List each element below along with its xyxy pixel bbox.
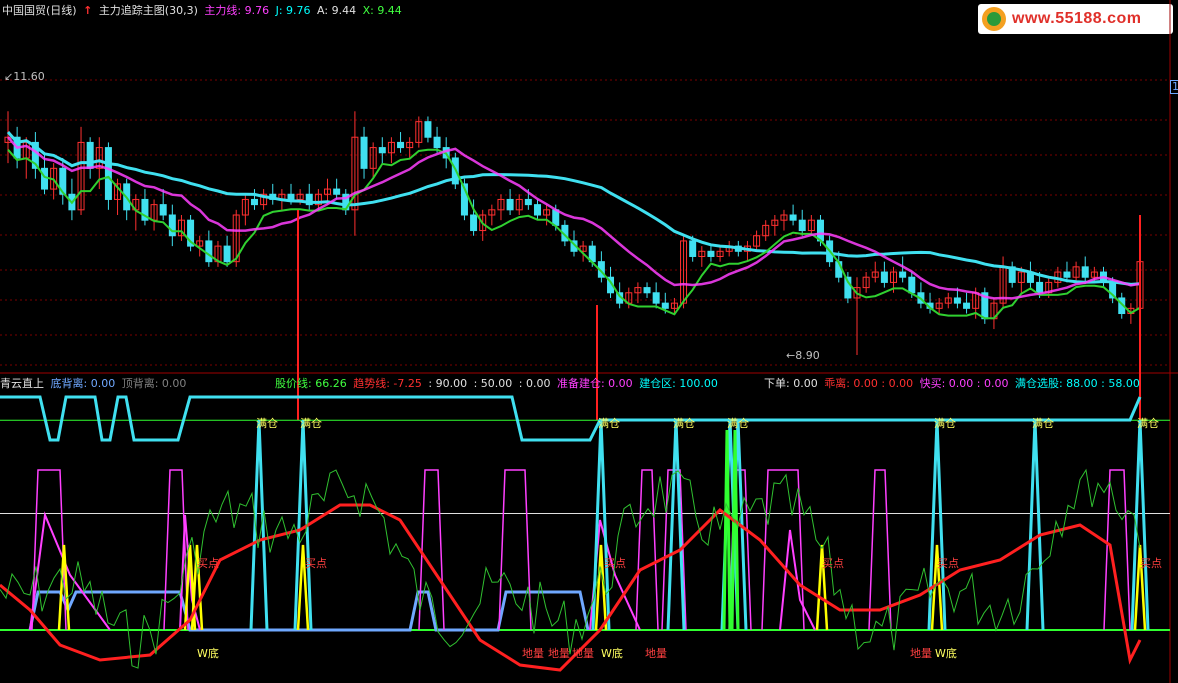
- candle-body: [287, 193, 295, 200]
- ground-volume-label: 地量: [645, 647, 667, 660]
- cyan-full-spike: [1025, 419, 1045, 631]
- sub-header-values: 股价线: 66.26 趋势线: -7.25 : 90.00 : 50.00 : …: [275, 376, 721, 392]
- bottom-divergence: 底背离: 0.00: [50, 377, 116, 390]
- full-position-label: 满仓: [673, 416, 695, 430]
- full-position-label: 满仓: [256, 416, 278, 430]
- level-50: : 50.00: [473, 377, 513, 390]
- buy-point-label: 买点: [604, 557, 626, 570]
- w-bottom-label: W底: [197, 646, 219, 660]
- ground-volume-label: 地量: [548, 647, 570, 660]
- w-bottom-label: W底: [601, 646, 623, 660]
- candle-body: [159, 204, 167, 216]
- candle-body: [524, 198, 532, 206]
- level-90: : 90.00: [428, 377, 468, 390]
- candle-body: [899, 271, 907, 278]
- magenta-spike: [1103, 469, 1131, 631]
- full-position-label: 满仓: [1032, 416, 1054, 430]
- sub-indicator-lines: [0, 395, 1170, 672]
- ground-volume-label: 地量: [522, 647, 544, 660]
- candle-body: [205, 240, 213, 263]
- sub-header-values-right: 下单: 0.00 乖离: 0.00 : 0.00 快买: 0.00 : 0.00…: [764, 376, 1143, 392]
- candle-body: [168, 214, 176, 237]
- candle-body: [533, 204, 541, 216]
- buy-point-label: 买点: [937, 557, 959, 570]
- stock-chart[interactable]: 满仓 满仓 满仓 满仓 满仓 满仓 满仓 满仓买点 买点 买点 买点 买点 买点W底 W底 W底地量 地量 地量…: [0, 0, 1178, 683]
- candle-body: [1036, 281, 1044, 294]
- sub-indicator-name: 青云直上: [0, 377, 44, 390]
- high-price-label: ↙11.60: [4, 70, 45, 83]
- magenta-hump: [29, 511, 111, 631]
- buy-point-label: 买点: [1140, 557, 1162, 570]
- deviation-value: 乖离: 0.00 : 0.00: [824, 377, 914, 390]
- level-0: : 0.00: [518, 377, 551, 390]
- candle-body: [86, 141, 94, 169]
- candle-body: [470, 214, 478, 232]
- candle-body: [689, 240, 697, 257]
- build-zone: 建仓区: 100.00: [639, 377, 718, 390]
- high-price-value: 11.60: [13, 70, 45, 83]
- candle-body: [360, 136, 368, 169]
- buy-point-label: 买点: [822, 557, 844, 570]
- candle-body: [1081, 266, 1089, 278]
- candle-body: [643, 287, 651, 294]
- w-bottom-label: W底: [935, 646, 957, 660]
- candle-body: [397, 141, 405, 149]
- cyan-full-spike: [249, 419, 269, 631]
- magenta-main-line: [7, 136, 1141, 300]
- low-price-value: 8.90: [795, 349, 820, 362]
- order-value: 下单: 0.00: [764, 377, 818, 390]
- full-position-label: 满仓: [727, 416, 749, 430]
- low-price-label: ←8.90: [786, 349, 820, 362]
- candle-body: [378, 147, 386, 154]
- sub-header: 青云直上 底背离: 0.00 顶背离: 0.00: [0, 376, 189, 392]
- buy-point-label: 买点: [197, 557, 219, 570]
- full-position-label: 满仓: [598, 416, 620, 430]
- candle-body: [41, 167, 49, 190]
- candle-body: [707, 250, 715, 257]
- full-position-label: 满仓: [300, 416, 322, 430]
- grid-lines: [0, 0, 1178, 683]
- price-line-value: 股价线: 66.26: [275, 377, 347, 390]
- candle-body: [908, 276, 916, 294]
- full-position-label: 满仓: [934, 416, 956, 430]
- candle-body: [789, 214, 797, 221]
- candlestick-series: [4, 111, 1144, 355]
- cyan-band-line: [0, 395, 1142, 442]
- candle-body: [652, 292, 660, 304]
- full-position-pick: 满仓选股: 88.00 : 58.00: [1014, 377, 1140, 390]
- high-price-arrow-icon: ↙: [4, 70, 14, 83]
- right-axis-marker: 1: [1170, 80, 1178, 94]
- buy-point-label: 买点: [305, 557, 327, 570]
- candle-body: [506, 198, 514, 211]
- top-divergence: 顶背离: 0.00: [121, 377, 187, 390]
- candle-body: [250, 198, 258, 206]
- quick-buy-value: 快买: 0.00 : 0.00: [919, 377, 1009, 390]
- ground-volume-label: 地量: [572, 647, 594, 660]
- candle-body: [798, 219, 806, 232]
- red-trend-curve: [0, 503, 1142, 672]
- prepare-position: 准备建仓: 0.00: [556, 377, 633, 390]
- candle-body: [223, 245, 231, 263]
- cyan-full-spike: [927, 419, 947, 631]
- magenta-spike: [635, 469, 659, 631]
- candle-body: [1063, 271, 1071, 278]
- candle-body: [963, 302, 971, 309]
- candle-body: [880, 271, 888, 283]
- candle-body: [953, 297, 961, 304]
- trend-line-value: 趋势线: -7.25: [353, 377, 422, 390]
- ground-volume-label: 地量: [910, 647, 932, 660]
- candle-body: [333, 188, 341, 195]
- candle-body: [433, 136, 441, 149]
- cyan-full-spike: [1130, 419, 1150, 631]
- candle-body: [661, 302, 669, 309]
- low-price-arrow-icon: ←: [786, 349, 796, 362]
- candle-body: [104, 147, 112, 200]
- full-position-label: 满仓: [1137, 416, 1159, 430]
- candle-body: [424, 121, 432, 138]
